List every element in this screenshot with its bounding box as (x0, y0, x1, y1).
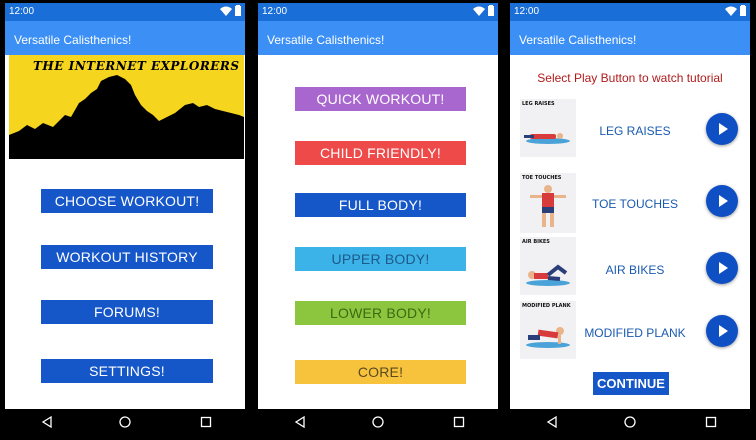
exercise-label: AIR BIKES (605, 263, 665, 277)
status-time: 12:00 (514, 6, 540, 17)
navigation-bar (258, 409, 498, 437)
leg-raises-figure (524, 133, 570, 144)
exercise-caption: AIR BIKES (522, 239, 550, 245)
exercise-row-toe-touches: TOE TOUCHES TOE TOUCHES (516, 173, 744, 233)
status-time: 12:00 (262, 6, 288, 17)
navigation-bar (5, 409, 245, 437)
exercise-row-air-bikes: AIR BIKES AIR BIKES (516, 237, 744, 297)
exercise-label: TOE TOUCHES (591, 197, 679, 211)
exercise-label: MODIFIED PLANK (584, 326, 686, 340)
toe-touches-image: TOE TOUCHES (520, 173, 576, 233)
status-bar: 12:00 (258, 3, 498, 21)
app-title: Versatile Calisthenics! (510, 21, 750, 55)
status-bar: 12:00 (5, 3, 245, 21)
exercise-row-modified-plank: MODIFIED PLANK MODIFIED PLANK (516, 301, 744, 361)
screen-exercise-tutorials: 12:00 Versatile Calisthenics! Select Pla… (510, 3, 750, 437)
play-icon[interactable] (706, 185, 738, 217)
full-body-button[interactable]: FULL BODY! (295, 193, 466, 217)
continue-button[interactable]: CONTINUE (593, 372, 669, 395)
exercise-label: LEG RAISES (599, 124, 671, 138)
back-icon[interactable] (294, 416, 306, 428)
exercise-caption: LEG RAISES (522, 101, 555, 107)
upper-body-button[interactable]: UPPER BODY! (295, 247, 466, 271)
screen-main-menu: 12:00 Versatile Calisthenics! THE INTERN… (5, 3, 245, 437)
wifi-icon (220, 6, 232, 16)
modified-plank-image: MODIFIED PLANK (520, 301, 576, 359)
play-icon[interactable] (706, 113, 738, 145)
play-icon[interactable] (706, 252, 738, 284)
exercise-caption: TOE TOUCHES (522, 175, 562, 181)
wifi-icon (725, 6, 737, 16)
quick-workout-button[interactable]: QUICK WORKOUT! (295, 87, 466, 111)
lower-body-button[interactable]: LOWER BODY! (295, 301, 466, 325)
exercise-row-leg-raises: LEG RAISES LEG RAISES (516, 99, 744, 159)
status-time: 12:00 (9, 6, 35, 17)
modified-plank-figure (526, 327, 570, 348)
air-bikes-figure (526, 264, 570, 286)
recents-icon[interactable] (200, 416, 212, 428)
air-bikes-image: AIR BIKES (520, 237, 576, 295)
battery-icon (740, 5, 746, 16)
back-icon[interactable] (41, 416, 53, 428)
workout-history-button[interactable]: WORKOUT HISTORY (41, 245, 213, 269)
toe-touches-figure (530, 185, 566, 227)
leg-raises-image: LEG RAISES (520, 99, 576, 157)
home-icon[interactable] (624, 416, 636, 428)
battery-icon (488, 5, 494, 16)
tutorial-instruction: Select Play Button to watch tutorial (537, 71, 723, 85)
wifi-icon (473, 6, 485, 16)
home-icon[interactable] (119, 416, 131, 428)
play-icon[interactable] (706, 315, 738, 347)
battery-icon (235, 5, 241, 16)
forums-button[interactable]: FORUMS! (41, 300, 213, 324)
app-title: Versatile Calisthenics! (5, 21, 245, 55)
settings-button[interactable]: SETTINGS! (41, 359, 213, 383)
home-icon[interactable] (372, 416, 384, 428)
child-friendly-button[interactable]: CHILD FRIENDLY! (295, 141, 466, 165)
recents-icon[interactable] (705, 416, 717, 428)
recents-icon[interactable] (453, 416, 465, 428)
exercise-caption: MODIFIED PLANK (522, 303, 571, 309)
back-icon[interactable] (546, 416, 558, 428)
status-bar: 12:00 (510, 3, 750, 21)
banner-image: THE INTERNET EXPLORERS (9, 55, 244, 159)
core-button[interactable]: CORE! (295, 360, 466, 384)
mountain-silhouette (9, 75, 244, 159)
navigation-bar (510, 409, 750, 437)
screen-workout-categories: 12:00 Versatile Calisthenics! QUICK WORK… (258, 3, 498, 437)
choose-workout-button[interactable]: CHOOSE WORKOUT! (41, 189, 213, 213)
app-title: Versatile Calisthenics! (258, 21, 498, 55)
